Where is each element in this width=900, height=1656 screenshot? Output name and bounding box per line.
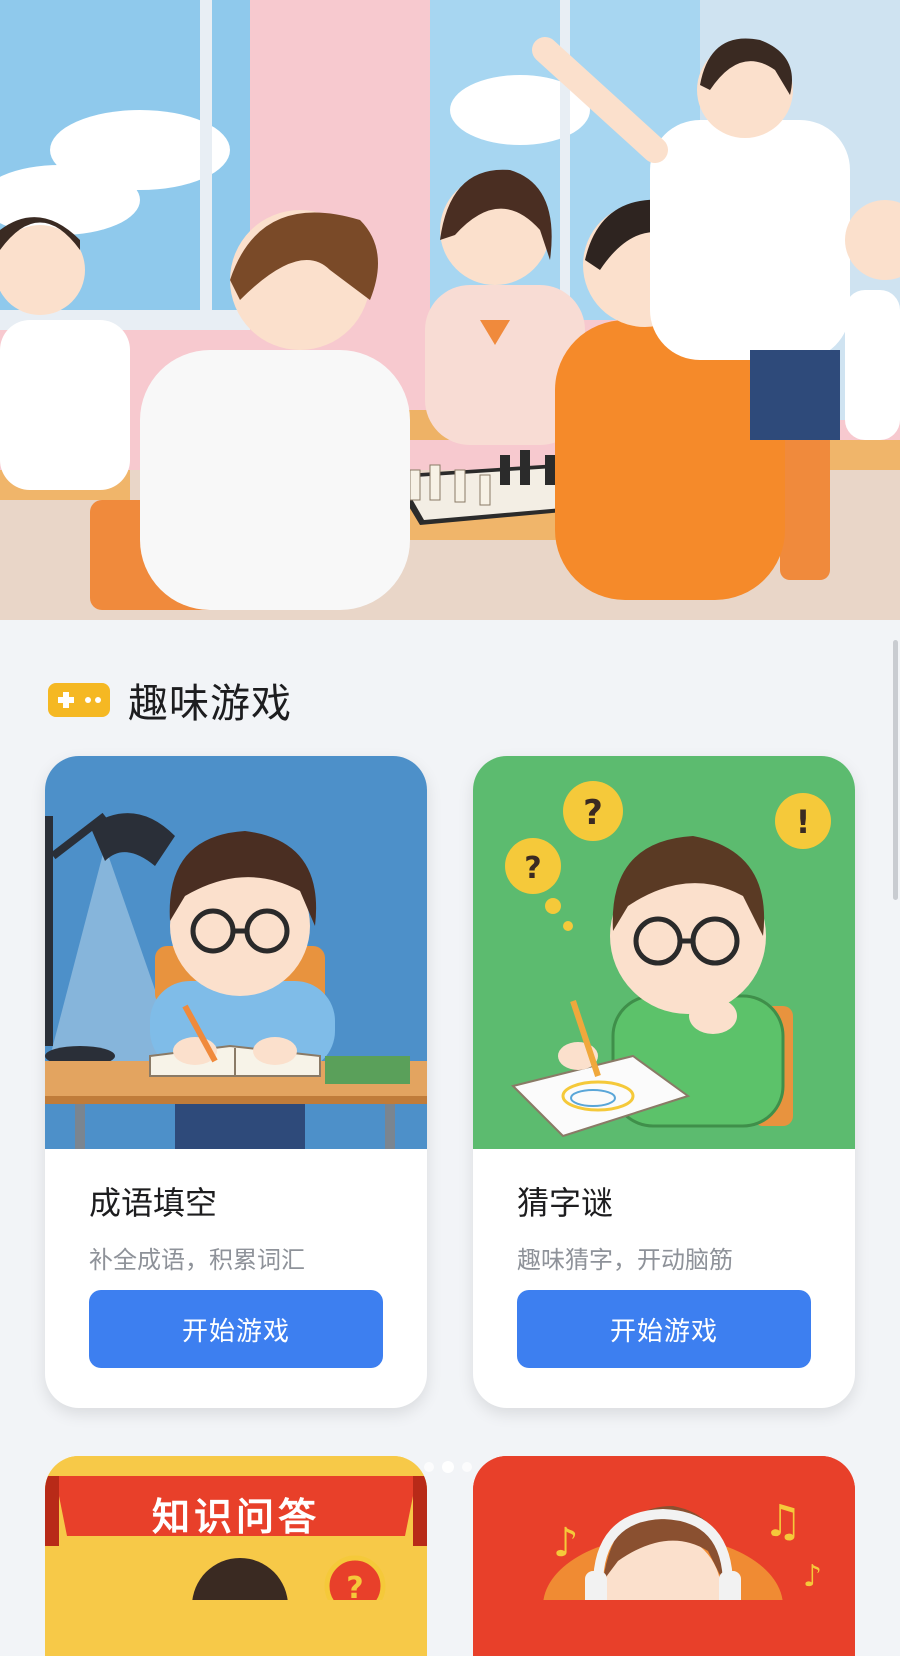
gamepad-icon [48, 683, 110, 717]
svg-text:!: ! [796, 803, 811, 841]
thinking-boy-illustration: ? ? ! [473, 756, 855, 1149]
svg-text:♪: ♪ [553, 1520, 579, 1566]
carousel-dot[interactable] [462, 1462, 472, 1472]
quiz-banner-text: 知识问答 [151, 1495, 320, 1539]
game-title: 猜字谜 [517, 1184, 614, 1222]
carousel-dot[interactable] [424, 1462, 434, 1472]
music-girl-illustration: ♪ ♫ ♪ [473, 1456, 855, 1656]
start-game-button[interactable]: 开始游戏 [517, 1290, 811, 1368]
carousel-dots [424, 1461, 472, 1473]
game-description: 补全成语，积累词汇 [89, 1246, 305, 1274]
section-title: 趣味游戏 [128, 681, 292, 727]
game-card-riddle[interactable]: ? ? ! 猜字谜 趣味猜字，开动脑筋 开始游戏 [473, 756, 855, 1408]
svg-text:♫: ♫ [763, 1496, 802, 1547]
game-title: 成语填空 [89, 1184, 218, 1222]
start-game-button[interactable]: 开始游戏 [89, 1290, 383, 1368]
svg-text:?: ? [583, 793, 603, 833]
game-description: 趣味猜字，开动脑筋 [517, 1246, 733, 1274]
svg-text:♪: ♪ [803, 1559, 822, 1594]
game-card-music[interactable]: ♪ ♫ ♪ [473, 1456, 855, 1656]
section-header: 趣味游戏 [48, 672, 292, 728]
game-card-quiz[interactable]: ? 知识问答 [45, 1456, 427, 1656]
hero-banner [0, 0, 900, 620]
scrollbar[interactable] [893, 640, 898, 900]
hero-classroom-illustration [0, 0, 900, 620]
svg-text:?: ? [524, 851, 541, 886]
svg-text:?: ? [346, 1571, 363, 1600]
carousel-dot-active[interactable] [442, 1461, 454, 1473]
game-card-idiom[interactable]: 成语填空 补全成语，积累词汇 开始游戏 [45, 756, 427, 1408]
studying-boy-illustration [45, 756, 427, 1149]
